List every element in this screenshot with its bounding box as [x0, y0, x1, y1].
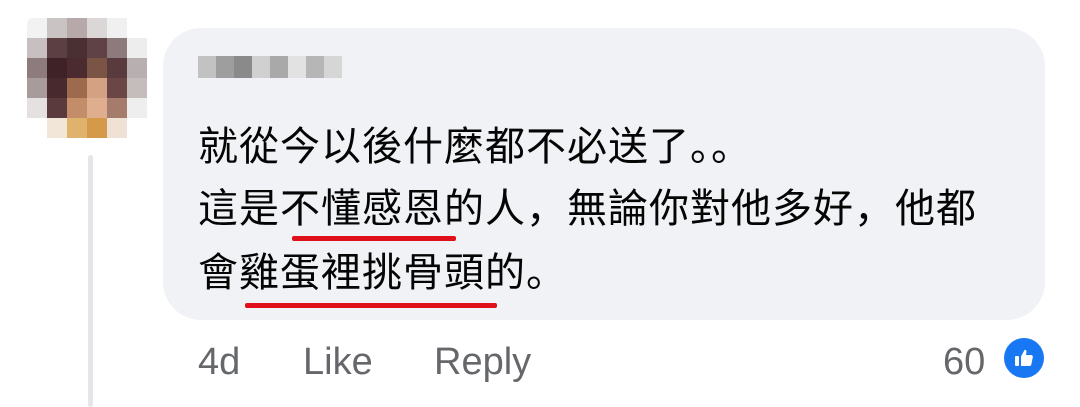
reaction-count[interactable]: 60	[943, 340, 985, 384]
avatar[interactable]	[27, 18, 147, 138]
thread-line	[88, 155, 93, 407]
reply-button[interactable]: Reply	[434, 340, 531, 384]
highlight-underline	[245, 303, 497, 308]
comment-item: 就從今以後什麼都不必送了。。 這是不懂感恩的人，無論你對他多好，他都 會雞蛋裡挑…	[0, 0, 1080, 407]
author-name-pixelation	[198, 56, 342, 100]
comment-text-line: 這是不懂感恩的人，無論你對他多好，他都	[198, 186, 977, 232]
comment-text-line: 會雞蛋裡挑骨頭的。	[198, 250, 567, 296]
like-button[interactable]: Like	[303, 340, 373, 384]
thumbs-up-icon[interactable]	[1004, 338, 1044, 378]
timestamp[interactable]: 4d	[198, 340, 240, 384]
highlight-underline	[292, 236, 456, 241]
comment-text-line: 就從今以後什麼都不必送了。。	[198, 124, 752, 170]
